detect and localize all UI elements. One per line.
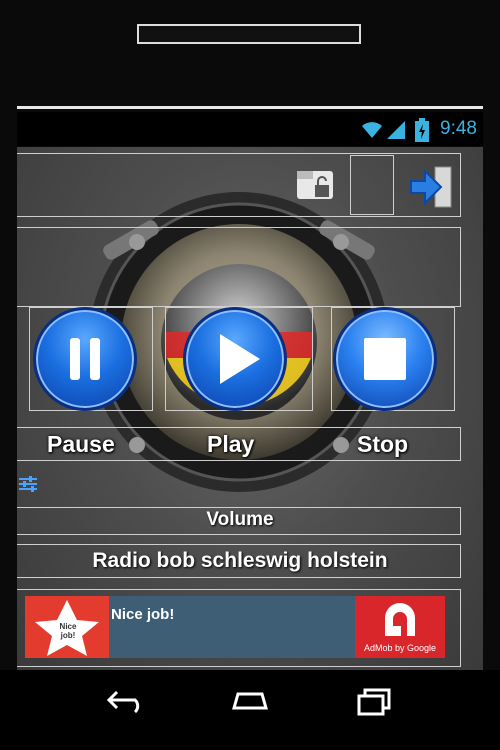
badge-text: Nice job! — [59, 622, 77, 640]
pause-label[interactable]: Pause — [47, 431, 115, 458]
exit-icon — [410, 166, 452, 208]
admob-provider: AdMob by Google — [363, 643, 437, 653]
earpiece-slot — [137, 24, 361, 44]
volume-label: Volume — [206, 509, 274, 530]
play-icon — [220, 334, 260, 384]
back-icon[interactable] — [105, 688, 149, 714]
status-time: 9:48 — [440, 118, 477, 139]
station-name: Radio bob schleswig holstein — [92, 549, 388, 572]
signal-icon — [387, 121, 405, 139]
play-button[interactable] — [183, 307, 287, 411]
admob-icon — [385, 603, 415, 636]
stop-button[interactable] — [333, 307, 437, 411]
blank-tile — [350, 155, 394, 215]
play-label[interactable]: Play — [207, 431, 254, 458]
top-panel — [17, 153, 461, 217]
unlock-button[interactable] — [293, 163, 337, 207]
ad-banner[interactable]: Nice job! Nice job! AdMob by Google — [25, 596, 445, 658]
app-screen: Pause Play Stop Volume Radio bob schlesw… — [17, 147, 483, 670]
wifi-icon — [362, 122, 382, 138]
recent-apps-icon[interactable] — [355, 686, 395, 716]
battery-icon — [415, 118, 429, 142]
equalizer-icon[interactable] — [17, 473, 39, 495]
phone-frame: 9:48 Pause Play Stop Volume Radio bob sc… — [0, 0, 500, 750]
exit-button[interactable] — [405, 163, 457, 211]
header-bar — [17, 227, 461, 307]
home-icon[interactable] — [228, 688, 272, 714]
status-bar: 9:48 — [17, 112, 483, 146]
ad-message: Nice job! — [111, 606, 175, 623]
unlock-icon — [297, 171, 333, 199]
stop-icon — [364, 338, 406, 380]
bezel-divider — [17, 106, 483, 109]
stop-label[interactable]: Stop — [357, 431, 408, 458]
pause-icon — [70, 338, 100, 380]
admob-logo: AdMob by Google — [355, 596, 445, 658]
navigation-bar — [0, 670, 500, 750]
pause-button[interactable] — [33, 307, 137, 411]
